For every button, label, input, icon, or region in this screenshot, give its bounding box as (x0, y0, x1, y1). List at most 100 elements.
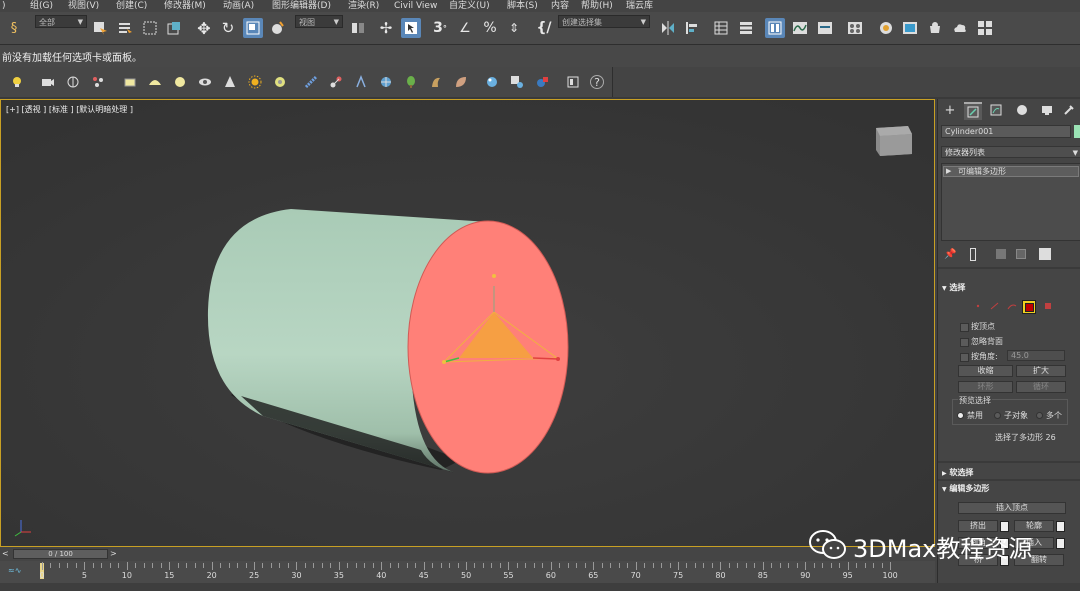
viewport-label[interactable]: [+] [透视 ] [标准 ] [默认明暗处理 ] (6, 104, 133, 115)
menu-rendering[interactable]: 渲染(R) (348, 0, 379, 12)
mirror-icon[interactable] (658, 18, 678, 38)
by-vertex-checkbox[interactable] (960, 323, 969, 332)
material-sphere-icon[interactable] (484, 74, 500, 90)
preview-multi-radio[interactable] (1036, 412, 1043, 419)
ignore-backfacing-checkbox[interactable] (960, 338, 969, 347)
render-production-icon[interactable] (925, 18, 945, 38)
select-object-icon[interactable] (90, 18, 110, 38)
selection-rollout-header[interactable]: ▼ 选择 (942, 282, 1079, 294)
select-by-name-icon[interactable] (115, 18, 135, 38)
percent-snap-icon[interactable]: % (480, 18, 500, 38)
next-frame-icon[interactable]: > (110, 549, 120, 559)
track-bar[interactable]: ≈∿ 0 5 10 15 20 25 30 35 40 45 50 55 60 65 70 75 80 85 90 9… (0, 561, 935, 583)
scale-icon[interactable] (243, 18, 263, 38)
menu-content[interactable]: 内容 (551, 0, 569, 12)
viewport-mode[interactable]: [标准 ] (49, 105, 74, 114)
light-bulb-icon[interactable] (10, 74, 26, 90)
motion-tab-icon[interactable] (1013, 102, 1031, 118)
eye-icon[interactable] (197, 74, 213, 90)
settings-panel-icon[interactable] (565, 74, 581, 90)
ring-button[interactable]: 环形 (958, 381, 1013, 393)
outline-settings-icon[interactable] (1056, 521, 1065, 532)
globe-icon[interactable] (378, 74, 394, 90)
curve-editor-icon[interactable] (790, 18, 810, 38)
material-editor-icon[interactable] (845, 18, 865, 38)
rect-selection-icon[interactable] (140, 18, 160, 38)
display-tab-icon[interactable] (1038, 102, 1056, 118)
camera-icon[interactable] (40, 74, 56, 90)
ribbon-toggle-icon[interactable] (765, 18, 785, 38)
menu-customize[interactable]: 自定义(U) (449, 0, 490, 12)
schematic-view-icon[interactable] (815, 18, 835, 38)
rotate-icon[interactable]: ↻ (218, 18, 238, 38)
border-mode-icon[interactable] (1007, 302, 1017, 310)
perspective-viewport[interactable] (0, 99, 935, 547)
render-cloud-icon[interactable] (950, 18, 970, 38)
spinner-snap-icon[interactable]: ⇕ (504, 18, 524, 38)
place-icon[interactable] (267, 18, 287, 38)
menu-view[interactable]: 视图(V) (68, 0, 99, 12)
expand-arrow-icon[interactable]: ▶ (946, 167, 951, 176)
menu-create[interactable]: 创建(C) (116, 0, 147, 12)
viewport-shading[interactable]: [默认明暗处理 ] (76, 105, 133, 114)
modify-tab-icon[interactable] (964, 102, 982, 120)
named-selection-dropdown[interactable]: 创建选择集 ▼ (558, 15, 650, 28)
element-mode-icon[interactable] (1043, 302, 1053, 310)
pin-stack-icon[interactable]: 📌 (944, 249, 956, 260)
helper-icon[interactable] (65, 74, 81, 90)
make-unique-icon[interactable] (996, 249, 1006, 259)
time-slider-track[interactable]: < 0 / 100 > (0, 547, 935, 561)
utilities-tab-icon[interactable] (1060, 102, 1078, 118)
shell-icon[interactable] (453, 74, 469, 90)
menu-civil-view[interactable]: Civil View (394, 0, 437, 12)
create-tab-icon[interactable]: + (941, 102, 959, 118)
stack-item-editable-poly[interactable]: ▶ 可编辑多边形 (943, 166, 1079, 177)
show-end-result-icon[interactable] (970, 248, 976, 261)
sphere-icon[interactable] (172, 74, 188, 90)
foliage-icon[interactable] (403, 74, 419, 90)
reference-coord-dropdown[interactable]: 视图 ▼ (295, 15, 343, 28)
time-slider-thumb[interactable]: 0 / 100 (13, 549, 108, 559)
modifier-list-dropdown[interactable]: 修改器列表 ▼ (941, 146, 1080, 158)
link-icon[interactable]: § (4, 18, 24, 38)
remove-modifier-icon[interactable] (1016, 249, 1026, 259)
keyboard-shortcut-override-icon[interactable] (401, 18, 421, 38)
viewport-menu-plus[interactable]: [+] (6, 105, 19, 114)
preview-subobject-radio[interactable] (994, 412, 1001, 419)
viewport-view-type[interactable]: [透视 ] (22, 105, 47, 114)
object-name-field[interactable]: Cylinder001 (941, 125, 1071, 138)
snaps-toggle-icon[interactable]: 3 ° (430, 18, 450, 38)
pivot-center-icon[interactable] (348, 18, 368, 38)
shrink-button[interactable]: 收缩 (958, 365, 1013, 377)
menu-animation[interactable]: 动画(A) (223, 0, 254, 12)
grow-button[interactable]: 扩大 (1016, 365, 1066, 377)
hemisphere-icon[interactable] (147, 74, 163, 90)
menu-modifiers[interactable]: 修改器(M) (164, 0, 206, 12)
particles-icon[interactable] (90, 74, 106, 90)
curve-editor-mini-icon[interactable]: ≈∿ (8, 566, 21, 575)
by-angle-checkbox[interactable] (960, 353, 969, 362)
menu-group[interactable]: 组(G) (30, 0, 53, 12)
move-icon[interactable]: ✥ (194, 18, 214, 38)
select-manipulate-icon[interactable]: ✢ (376, 18, 396, 38)
menu-fragment[interactable]: ) (2, 0, 6, 12)
vertex-mode-icon[interactable] (974, 302, 984, 310)
layer-explorer-icon[interactable] (736, 18, 756, 38)
cone-icon[interactable] (222, 74, 238, 90)
connect-icon[interactable] (328, 74, 344, 90)
prev-frame-icon[interactable]: < (2, 549, 12, 559)
material-swatch-icon[interactable] (509, 74, 525, 90)
selection-filter-dropdown[interactable]: 全部 ▼ (35, 15, 87, 28)
viewcube-icon[interactable] (872, 122, 914, 158)
target-light-icon[interactable] (272, 74, 288, 90)
rendered-frame-window-icon[interactable] (900, 18, 920, 38)
dots-grid-icon[interactable] (303, 74, 319, 90)
hierarchy-tab-icon[interactable] (987, 102, 1005, 118)
insert-vertex-button[interactable]: 插入顶点 (958, 502, 1066, 514)
render-setup-icon[interactable] (876, 18, 896, 38)
modifier-stack[interactable]: ▶ 可编辑多边形 (941, 163, 1080, 241)
loop-button[interactable]: 循环 (1016, 381, 1066, 393)
sun-icon[interactable] (247, 74, 263, 90)
inset-settings-icon[interactable] (1056, 538, 1065, 549)
edit-named-selection-icon[interactable]: {/ (534, 18, 554, 38)
